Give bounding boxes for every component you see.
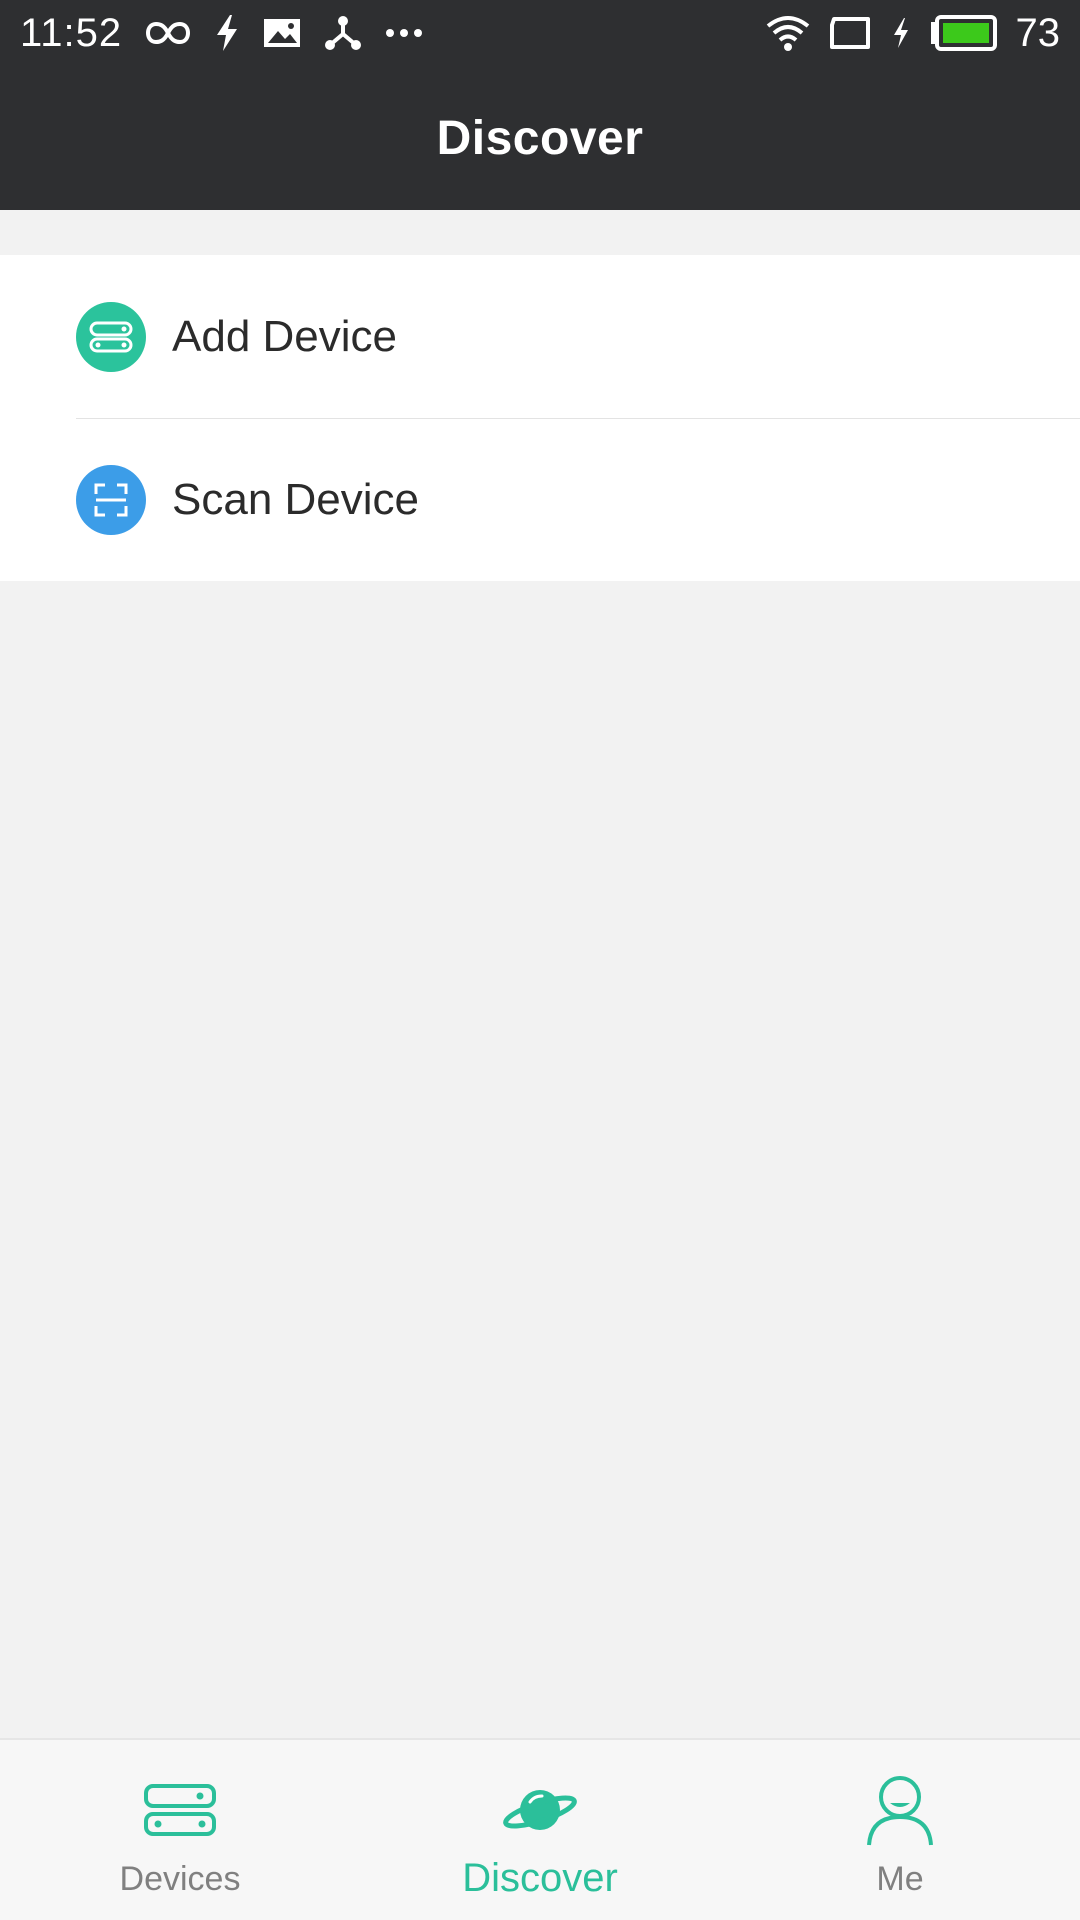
battery-icon — [930, 14, 998, 52]
nav-discover-label: Discover — [462, 1856, 618, 1900]
nav-devices-label: Devices — [119, 1860, 241, 1898]
person-icon — [860, 1770, 940, 1850]
nav-me[interactable]: Me — [720, 1740, 1080, 1920]
status-time: 11:52 — [20, 10, 123, 55]
scan-device-item[interactable]: Scan Device — [0, 418, 1080, 581]
share-hub-icon — [324, 14, 362, 52]
nav-devices[interactable]: Devices — [0, 1740, 360, 1920]
app-header: Discover — [0, 66, 1080, 210]
status-notification-icons — [144, 13, 424, 53]
battery-level: 73 — [1015, 10, 1061, 55]
nav-me-label: Me — [876, 1860, 924, 1898]
add-device-label: Add Device — [172, 311, 398, 361]
add-device-item[interactable]: Add Device — [0, 255, 1080, 418]
app-root: 11:52 73 Discover Add Device Scan Device… — [0, 0, 1080, 1920]
device-add-icon — [76, 301, 146, 372]
status-bar: 11:52 73 — [0, 0, 1080, 66]
more-dots-icon — [384, 27, 424, 39]
bottom-nav: Devices Discover Me — [0, 1738, 1080, 1920]
wifi-icon — [766, 14, 810, 52]
page-title: Discover — [436, 111, 644, 165]
planet-icon — [500, 1770, 580, 1850]
bolt-icon — [214, 13, 240, 53]
screen-icon — [828, 15, 872, 51]
image-icon — [262, 15, 302, 51]
charging-icon — [890, 16, 912, 50]
scan-icon — [76, 464, 146, 535]
status-system-icons: 73 — [766, 10, 1061, 56]
nav-discover[interactable]: Discover — [360, 1740, 720, 1920]
discover-menu-list: Add Device Scan Device — [0, 255, 1080, 581]
infinity-icon — [144, 18, 192, 48]
devices-icon — [140, 1770, 220, 1850]
scan-device-label: Scan Device — [172, 474, 420, 524]
